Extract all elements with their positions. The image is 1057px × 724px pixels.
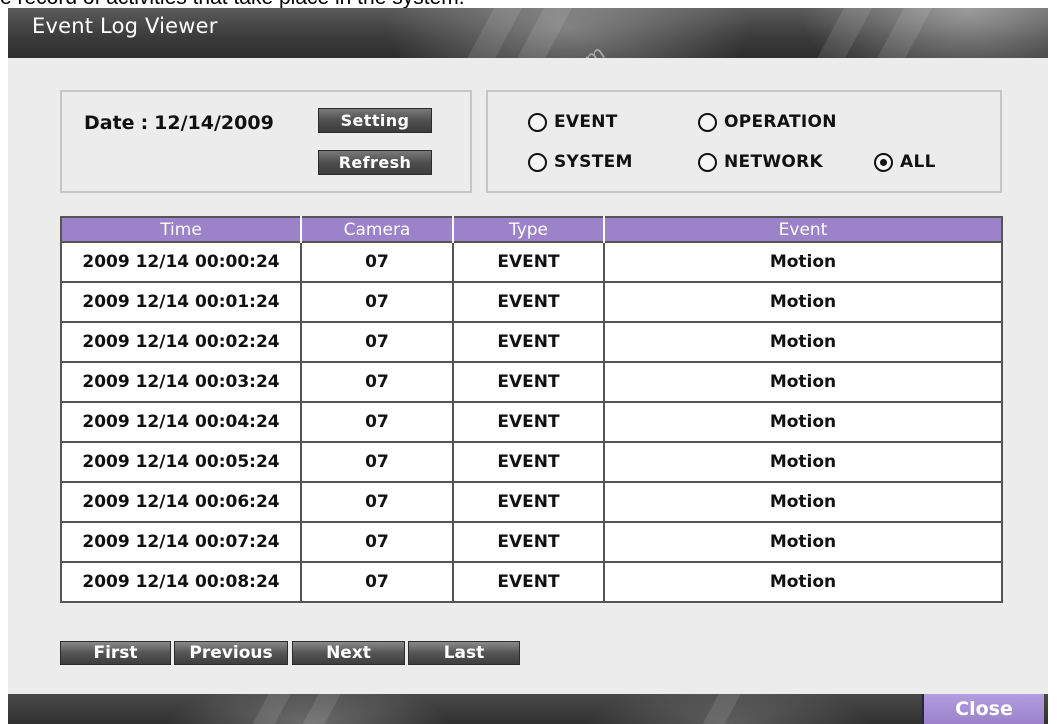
cell-time: 2009 12/14 00:04:24 <box>60 401 302 443</box>
cell-time: 2009 12/14 00:02:24 <box>60 321 302 363</box>
cell-type: EVENT <box>452 321 605 363</box>
date-display: Date:12/14/2009 <box>84 112 274 134</box>
cell-camera: 07 <box>300 241 454 283</box>
title-bar: Event Log Viewer 6m <box>8 8 1048 58</box>
radio-label: ALL <box>900 152 936 172</box>
cell-type: EVENT <box>452 241 605 283</box>
cell-type: EVENT <box>452 401 605 443</box>
column-header-type[interactable]: Type <box>452 217 604 242</box>
previous-page-button[interactable]: Previous <box>174 641 288 665</box>
cell-time: 2009 12/14 00:01:24 <box>60 281 302 323</box>
cell-camera: 07 <box>300 561 454 603</box>
cell-time: 2009 12/14 00:03:24 <box>60 361 302 403</box>
watermark-text: 6m <box>567 8 688 58</box>
column-header-camera[interactable]: Camera <box>300 217 453 242</box>
table-row[interactable]: 2009 12/14 00:08:24 07 EVENT Motion <box>60 561 1003 603</box>
refresh-button[interactable]: Refresh <box>318 150 432 175</box>
cell-time: 2009 12/14 00:06:24 <box>60 481 302 523</box>
table-row[interactable]: 2009 12/14 00:07:24 07 EVENT Motion <box>60 521 1003 563</box>
cell-event: Motion <box>603 321 1003 363</box>
cell-type: EVENT <box>452 281 605 323</box>
cell-camera: 07 <box>300 281 454 323</box>
cell-time: 2009 12/14 00:07:24 <box>60 521 302 563</box>
column-header-event[interactable]: Event <box>603 217 1002 242</box>
footer-decoration <box>286 694 352 724</box>
radio-event[interactable]: EVENT <box>528 112 618 132</box>
event-log-table: Time Camera Type Event 2009 12/14 00:00:… <box>60 216 1003 603</box>
radio-network[interactable]: NETWORK <box>698 152 823 172</box>
cell-event: Motion <box>603 241 1003 283</box>
table-row[interactable]: 2009 12/14 00:06:24 07 EVENT Motion <box>60 481 1003 523</box>
cell-type: EVENT <box>452 441 605 483</box>
footer-decoration <box>236 694 302 724</box>
last-page-button[interactable]: Last <box>408 641 520 665</box>
radio-circle-icon <box>528 152 547 172</box>
event-log-viewer-window: Event Log Viewer 6m Date:12/14/2009 Sett… <box>8 8 1048 724</box>
cell-event: Motion <box>603 481 1003 523</box>
cell-type: EVENT <box>452 481 605 523</box>
table-row[interactable]: 2009 12/14 00:02:24 07 EVENT Motion <box>60 321 1003 363</box>
first-page-button[interactable]: First <box>60 641 171 665</box>
radio-circle-icon <box>698 112 717 132</box>
next-page-button[interactable]: Next <box>292 641 405 665</box>
radio-label: NETWORK <box>724 152 824 172</box>
titlebar-decoration <box>856 8 948 58</box>
cell-event: Motion <box>603 401 1003 443</box>
radio-selected-icon <box>874 152 893 172</box>
cell-camera: 07 <box>300 361 454 403</box>
cell-event: Motion <box>603 521 1003 563</box>
cell-event: Motion <box>603 561 1003 603</box>
cell-type: EVENT <box>452 361 605 403</box>
column-header-time[interactable]: Time <box>61 217 301 242</box>
cell-camera: 07 <box>300 401 454 443</box>
radio-circle-icon <box>698 152 717 172</box>
radio-label: SYSTEM <box>554 152 633 172</box>
cell-time: 2009 12/14 00:05:24 <box>60 441 302 483</box>
cell-camera: 07 <box>300 481 454 523</box>
table-row[interactable]: 2009 12/14 00:01:24 07 EVENT Motion <box>60 281 1003 323</box>
radio-all[interactable]: ALL <box>874 152 936 172</box>
cell-event: Motion <box>603 281 1003 323</box>
footer-bar: Close <box>8 694 1048 724</box>
radio-operation[interactable]: OPERATION <box>698 112 837 132</box>
table-row[interactable]: 2009 12/14 00:03:24 07 EVENT Motion <box>60 361 1003 403</box>
date-separator: : <box>140 112 149 134</box>
cell-camera: 07 <box>300 441 454 483</box>
cell-camera: 07 <box>300 321 454 363</box>
window-title: Event Log Viewer <box>32 14 218 38</box>
type-filter-panel: EVENT OPERATION SYSTEM NETWORK ALL <box>486 90 1002 193</box>
cell-time: 2009 12/14 00:08:24 <box>60 561 302 603</box>
cell-type: EVENT <box>452 561 605 603</box>
cell-time: 2009 12/14 00:00:24 <box>60 241 302 283</box>
radio-circle-icon <box>528 112 547 132</box>
table-row[interactable]: 2009 12/14 00:04:24 07 EVENT Motion <box>60 401 1003 443</box>
footer-decoration <box>686 694 752 724</box>
cell-event: Motion <box>603 361 1003 403</box>
titlebar-decoration <box>796 8 888 58</box>
cell-camera: 07 <box>300 521 454 563</box>
radio-system[interactable]: SYSTEM <box>528 152 633 172</box>
radio-label: EVENT <box>554 112 618 132</box>
date-label: Date <box>84 112 135 134</box>
date-panel: Date:12/14/2009 Setting Refresh <box>60 90 472 193</box>
setting-button[interactable]: Setting <box>318 108 432 133</box>
cell-event: Motion <box>603 441 1003 483</box>
table-header-row: Time Camera Type Event <box>61 217 1002 242</box>
table-row[interactable]: 2009 12/14 00:05:24 07 EVENT Motion <box>60 441 1003 483</box>
close-button[interactable]: Close <box>922 694 1044 724</box>
cell-type: EVENT <box>452 521 605 563</box>
radio-label: OPERATION <box>724 112 837 132</box>
table-row[interactable]: 2009 12/14 00:00:24 07 EVENT Motion <box>60 241 1003 283</box>
date-value: 12/14/2009 <box>154 112 274 134</box>
